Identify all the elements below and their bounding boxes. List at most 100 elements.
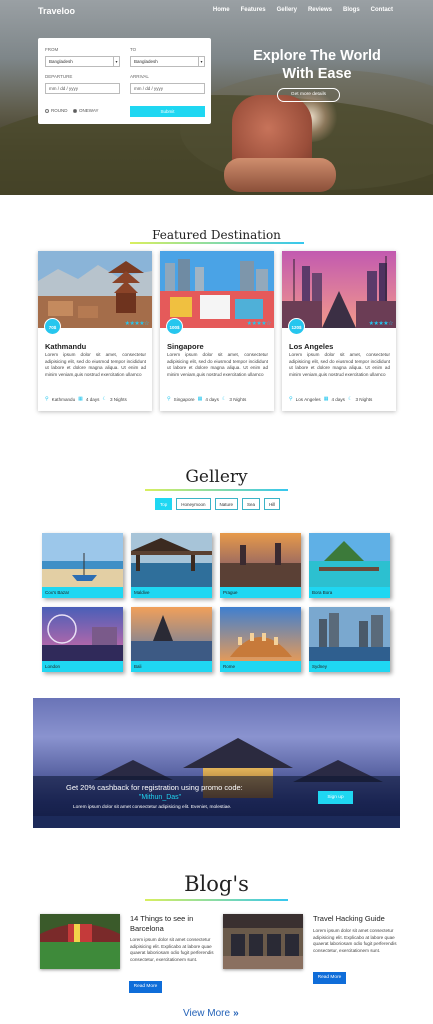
promo-villa-roof-main bbox=[183, 738, 293, 768]
card-title: Kathmandu bbox=[45, 342, 87, 351]
gallery-item-maldive[interactable]: Maldive bbox=[131, 533, 212, 598]
prague-image bbox=[220, 533, 301, 587]
card-days: 4 days bbox=[331, 396, 345, 402]
round-radio-label: ROUND bbox=[51, 108, 68, 113]
nav-item-contact[interactable]: Contact bbox=[371, 7, 393, 13]
departure-label: DEPARTURE bbox=[45, 74, 73, 79]
hero-sleeping-mat-image bbox=[224, 158, 336, 192]
blog-title: Blog's bbox=[184, 872, 249, 896]
gallery-item-coxs-bazar[interactable]: Cox's Bazar bbox=[42, 533, 123, 598]
featured-underline bbox=[130, 242, 304, 244]
radio-circle-icon bbox=[45, 108, 49, 113]
blog-post-title[interactable]: Travel Hacking Guide bbox=[313, 914, 405, 924]
arrival-label: ARRIVAL bbox=[130, 74, 149, 79]
star-rating-icon: ★★★★☆ bbox=[368, 321, 394, 327]
nav-item-reviews[interactable]: Reviews bbox=[308, 7, 332, 13]
card-nights: 3 Nights bbox=[229, 396, 247, 402]
rome-image bbox=[220, 607, 301, 661]
blog-underline bbox=[145, 899, 288, 901]
view-more-label: View More bbox=[183, 1008, 231, 1019]
moon-icon: ☾ bbox=[347, 396, 353, 402]
to-select[interactable]: Bangladesh ▾ bbox=[130, 56, 205, 67]
moon-icon: ☾ bbox=[221, 396, 227, 402]
gallery-caption: Bali bbox=[131, 661, 212, 672]
gallery-item-rome[interactable]: Rome bbox=[220, 607, 301, 672]
destination-card-singapore[interactable]: 100$ ★★★★☆ Singapore Lorem ipsum dolor s… bbox=[160, 251, 274, 411]
card-location: Singapore bbox=[173, 396, 195, 402]
card-description: Lorem ipsum dolor sit amet, consectetur … bbox=[45, 352, 146, 377]
blog-post-text: Lorem ipsum dolor sit amet consectetur a… bbox=[313, 928, 397, 953]
sydney-image bbox=[309, 607, 390, 661]
promo-banner: Get 20% cashback for registration using … bbox=[33, 698, 400, 828]
nav-item-home[interactable]: Home bbox=[213, 7, 230, 13]
read-more-button[interactable]: Read More bbox=[313, 972, 346, 984]
gallery-item-london[interactable]: London bbox=[42, 607, 123, 672]
tab-nature[interactable]: Nature bbox=[214, 498, 239, 510]
nav-item-gallery[interactable]: Gellery bbox=[277, 7, 297, 13]
hero-section: Traveloo Home Features Gellery Reviews B… bbox=[0, 0, 433, 195]
featured-title: Featured Destination bbox=[152, 228, 281, 242]
card-title: Singapore bbox=[167, 342, 204, 351]
tab-honeymoon[interactable]: Honeymoon bbox=[176, 498, 211, 510]
calendar-icon: ▦ bbox=[197, 396, 203, 402]
top-navbar: Traveloo Home Features Gellery Reviews B… bbox=[0, 0, 433, 22]
from-select-value: Bangladesh bbox=[49, 59, 73, 64]
nav-item-features[interactable]: Features bbox=[241, 7, 266, 13]
gallery-item-prague[interactable]: Prague bbox=[220, 533, 301, 598]
gallery-caption: Rome bbox=[220, 661, 301, 672]
location-pin-icon: ⚲ bbox=[289, 396, 293, 402]
gallery-item-bora-bora[interactable]: Bora Bora bbox=[309, 533, 390, 598]
singapore-image bbox=[160, 251, 274, 328]
get-more-details-button[interactable]: Get more details bbox=[277, 88, 340, 102]
tab-top[interactable]: Top bbox=[155, 498, 173, 510]
to-select-value: Bangladesh bbox=[134, 59, 158, 64]
maldive-image bbox=[131, 533, 212, 587]
from-label: FROM bbox=[45, 47, 59, 52]
read-more-button[interactable]: Read More bbox=[129, 981, 162, 993]
card-meta: ⚲ Los Angeles ▦ 4 days ☾ 3 Nights bbox=[289, 396, 372, 402]
radio-circle-icon bbox=[73, 108, 77, 113]
arrival-date-input[interactable]: mm / dd / yyyy bbox=[130, 83, 205, 94]
location-pin-icon: ⚲ bbox=[45, 396, 49, 402]
brand-logo[interactable]: Traveloo bbox=[38, 6, 75, 16]
hero-title: Explore The World With Ease bbox=[253, 48, 381, 82]
blog-post-title[interactable]: 14 Things to see in Barcelona bbox=[130, 914, 222, 933]
card-location: Kathmandu bbox=[51, 396, 76, 402]
gallery-item-bali[interactable]: Bali bbox=[131, 607, 212, 672]
barcelona-blog-image[interactable] bbox=[40, 914, 120, 969]
round-radio[interactable]: ROUND bbox=[45, 108, 68, 113]
oneway-radio[interactable]: ONEWAY bbox=[73, 108, 99, 113]
double-chevron-right-icon: » bbox=[233, 1008, 239, 1019]
oneway-radio-label: ONEWAY bbox=[79, 108, 99, 113]
blog-post-text: Lorem ipsum dolor sit amet consectetur a… bbox=[130, 937, 214, 962]
tab-hill[interactable]: Hill bbox=[264, 498, 281, 510]
chevron-down-icon: ▾ bbox=[113, 57, 119, 66]
gallery-caption: Prague bbox=[220, 587, 301, 598]
nav-menu: Home Features Gellery Reviews Blogs Cont… bbox=[213, 7, 393, 13]
from-select[interactable]: Bangladesh ▾ bbox=[45, 56, 120, 67]
chevron-down-icon: ▾ bbox=[198, 57, 204, 66]
destination-card-kathmandu[interactable]: 70$ ★★★★☆ Kathmandu Lorem ipsum dolor si… bbox=[38, 251, 152, 411]
gallery-title: Gellery bbox=[185, 467, 248, 487]
los-angeles-image bbox=[282, 251, 396, 328]
sign-up-button[interactable]: Sign up bbox=[318, 791, 353, 804]
tab-sea[interactable]: Sea bbox=[242, 498, 261, 510]
destination-card-los-angeles[interactable]: 120$ ★★★★☆ Los Angeles Lorem ipsum dolor… bbox=[282, 251, 396, 411]
nav-item-blogs[interactable]: Blogs bbox=[343, 7, 360, 13]
view-more-link[interactable]: View More » bbox=[183, 1008, 239, 1019]
card-days: 4 days bbox=[85, 396, 100, 402]
moon-icon: ☾ bbox=[102, 396, 107, 402]
gallery-filter-tabs: Top Honeymoon Nature Sea Hill bbox=[155, 498, 281, 510]
calendar-icon: ▦ bbox=[323, 396, 329, 402]
gallery-caption: London bbox=[42, 661, 123, 672]
gallery-caption: Sydney bbox=[309, 661, 390, 672]
promo-headline: Get 20% cashback for registration using … bbox=[66, 783, 243, 792]
card-meta: ⚲ Singapore ▦ 4 days ☾ 3 Nights bbox=[167, 396, 246, 402]
card-nights: 3 Nights bbox=[109, 396, 127, 402]
travel-hacking-blog-image[interactable] bbox=[223, 914, 303, 969]
card-description: Lorem ipsum dolor sit amet, consectetur … bbox=[289, 352, 390, 377]
bali-image bbox=[131, 607, 212, 661]
gallery-item-sydney[interactable]: Sydney bbox=[309, 607, 390, 672]
departure-date-input[interactable]: mm / dd / yyyy bbox=[45, 83, 120, 94]
submit-button[interactable]: Submit bbox=[130, 106, 205, 117]
